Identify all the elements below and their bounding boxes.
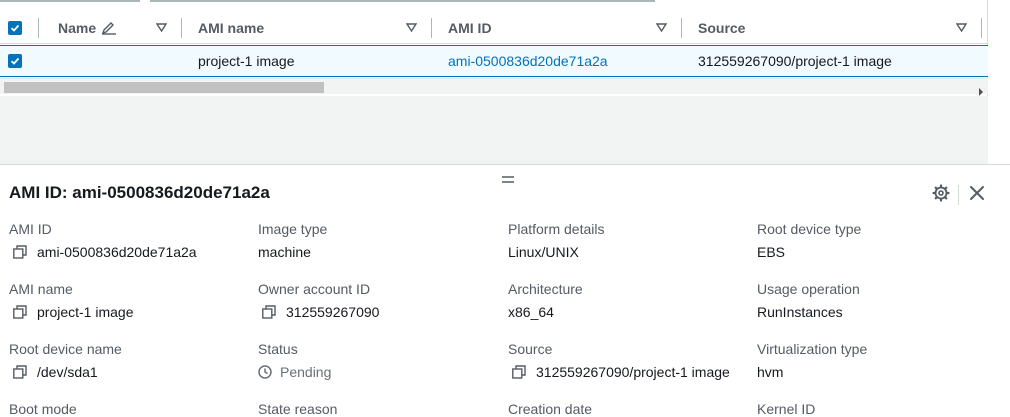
column-divider: [681, 18, 682, 38]
pencil-icon: [101, 21, 117, 35]
field-label: Boot mode: [9, 401, 77, 417]
field-creation-date: Creation date: [508, 401, 748, 417]
gear-icon[interactable]: [930, 182, 952, 204]
field-image-type: Image type machine: [258, 221, 498, 261]
copy-icon[interactable]: [13, 365, 27, 379]
icon-divider: [958, 185, 959, 205]
field-source: Source 312559267090/project-1 image: [508, 341, 748, 381]
ami-table: Name AMI name AMI ID Source project-1 im…: [0, 0, 988, 96]
ami-name-value: project-1 image: [37, 304, 134, 320]
table-header: Name AMI name AMI ID Source: [0, 12, 988, 44]
field-status: Status Pending: [258, 341, 498, 381]
field-value: RunInstances: [757, 304, 843, 320]
ami-id-value: ami-0500836d20de71a2a: [37, 244, 197, 260]
owner-account-id-value: 312559267090: [286, 304, 380, 320]
field-label: Virtualization type: [757, 341, 868, 357]
column-divider: [431, 18, 432, 38]
field-value: /dev/sda1: [9, 363, 249, 381]
status-badge: Pending: [280, 364, 332, 380]
field-label: AMI ID: [9, 221, 52, 237]
field-virtualization-type: Virtualization type hvm: [757, 341, 997, 381]
field-value: Linux/UNIX: [508, 244, 579, 260]
field-label: Root device type: [757, 221, 862, 237]
sort-triangle-icon[interactable]: [406, 12, 417, 43]
field-value: Pending: [258, 363, 498, 381]
top-divider: [0, 0, 140, 2]
field-label: Source: [508, 341, 553, 357]
root-device-name-value: /dev/sda1: [37, 364, 98, 380]
copy-icon[interactable]: [512, 365, 526, 379]
source-value: 312559267090/project-1 image: [536, 364, 730, 380]
field-value: 312559267090/project-1 image: [508, 363, 748, 381]
field-label: AMI name: [9, 281, 73, 297]
sort-triangle-icon[interactable]: [156, 12, 167, 43]
field-label: Owner account ID: [258, 281, 371, 297]
field-usage-operation: Usage operation RunInstances: [757, 281, 997, 321]
field-label: Image type: [258, 221, 328, 237]
copy-icon[interactable]: [13, 305, 27, 319]
field-ami-id: AMI ID ami-0500836d20de71a2a: [9, 221, 249, 261]
horizontal-scrollbar[interactable]: [0, 78, 988, 96]
field-label: Status: [258, 341, 298, 357]
field-value: ami-0500836d20de71a2a: [9, 243, 249, 261]
copy-icon[interactable]: [262, 305, 276, 319]
field-label: Root device name: [9, 341, 122, 357]
scrollbar-thumb[interactable]: [4, 82, 324, 93]
details-split-panel: AMI ID: ami-0500836d20de71a2a AMI ID ami…: [0, 164, 1010, 417]
column-header-ami-id[interactable]: AMI ID: [448, 12, 492, 43]
field-label: State reason: [258, 401, 338, 417]
cell-source: 312559267090/project-1 image: [698, 53, 892, 69]
cell-ami-name: project-1 image: [198, 53, 295, 69]
field-value: EBS: [757, 244, 786, 260]
column-divider: [181, 18, 182, 38]
field-kernel-id: Kernel ID: [757, 401, 997, 417]
field-label: Platform details: [508, 221, 605, 237]
field-label: Kernel ID: [757, 401, 816, 417]
column-header-label: Name: [58, 19, 97, 36]
field-value: project-1 image: [9, 303, 249, 321]
field-value: machine: [258, 244, 311, 260]
table-row[interactable]: project-1 image ami-0500836d20de71a2a 31…: [0, 45, 988, 77]
field-value: hvm: [757, 364, 784, 380]
column-header-label: AMI ID: [448, 19, 492, 36]
field-value: x86_64: [508, 304, 554, 320]
close-icon[interactable]: [966, 182, 988, 204]
drag-handle-icon[interactable]: [501, 171, 515, 183]
column-divider: [981, 18, 982, 38]
sort-triangle-icon[interactable]: [656, 12, 667, 43]
clock-icon: [258, 365, 272, 379]
field-value: 312559267090: [258, 303, 498, 321]
page-gutter: [988, 0, 1010, 164]
field-label: Architecture: [508, 281, 583, 297]
column-header-source[interactable]: Source: [698, 12, 745, 43]
copy-icon[interactable]: [13, 245, 27, 259]
field-boot-mode: Boot mode: [9, 401, 249, 417]
sort-triangle-icon[interactable]: [956, 12, 967, 43]
field-root-device-name: Root device name /dev/sda1: [9, 341, 249, 381]
field-architecture: Architecture x86_64: [508, 281, 748, 321]
column-divider: [38, 18, 39, 38]
row-checkbox[interactable]: [8, 54, 22, 68]
field-owner-account-id: Owner account ID 312559267090: [258, 281, 498, 321]
field-state-reason: State reason: [258, 401, 498, 417]
table-empty-area: [0, 96, 988, 164]
select-all-checkbox[interactable]: [8, 21, 22, 35]
panel-title: AMI ID: ami-0500836d20de71a2a: [9, 183, 270, 202]
top-divider: [150, 0, 655, 2]
column-header-label: Source: [698, 19, 746, 36]
field-label: Creation date: [508, 401, 593, 417]
column-header-label: AMI name: [198, 19, 265, 36]
column-header-name[interactable]: Name: [58, 12, 117, 43]
field-ami-name: AMI name project-1 image: [9, 281, 249, 321]
field-platform-details: Platform details Linux/UNIX: [508, 221, 748, 261]
column-header-ami-name[interactable]: AMI name: [198, 12, 264, 43]
cell-ami-id-link[interactable]: ami-0500836d20de71a2a: [448, 46, 608, 76]
field-root-device-type: Root device type EBS: [757, 221, 997, 261]
field-label: Usage operation: [757, 281, 860, 297]
